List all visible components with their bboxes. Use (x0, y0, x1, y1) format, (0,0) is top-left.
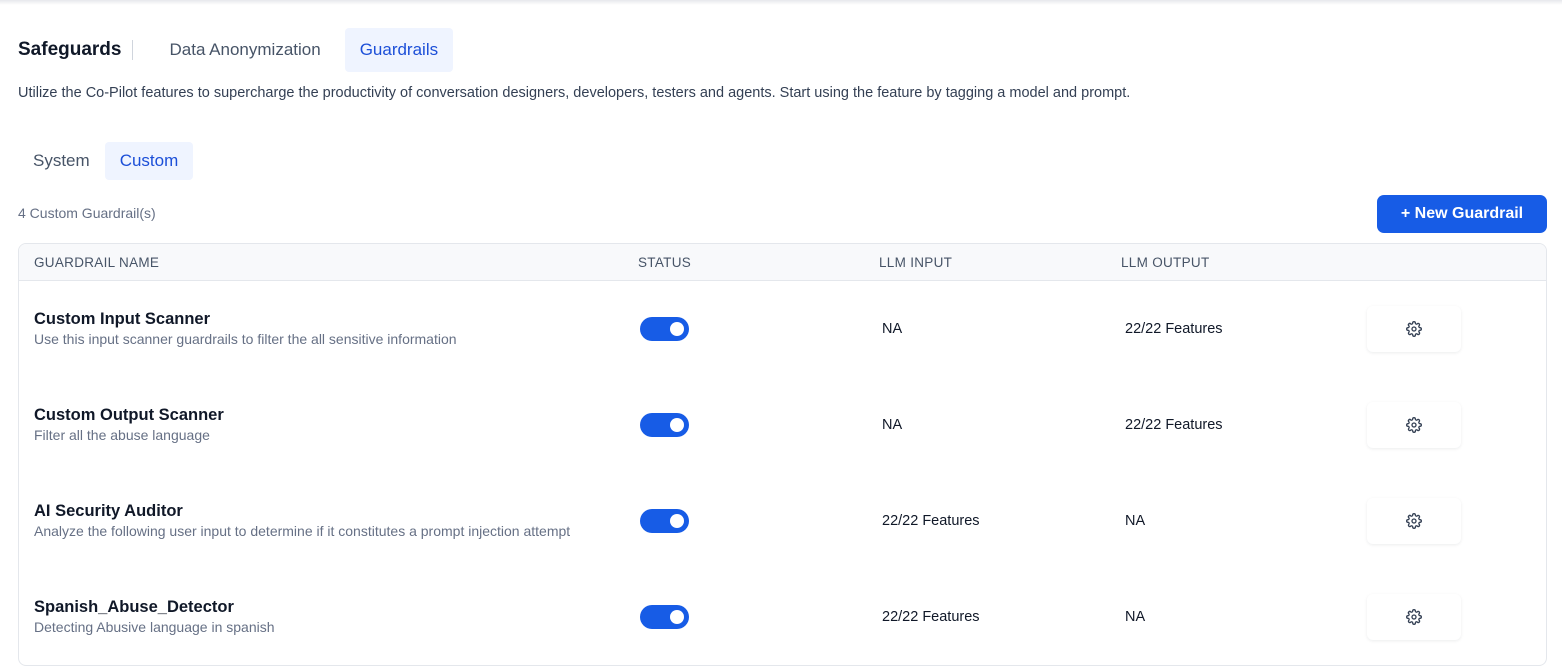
title-divider (132, 40, 134, 60)
header-llm-output: LLM OUTPUT (1121, 255, 1210, 270)
table-row: Spanish_Abuse_Detector Detecting Abusive… (19, 569, 1546, 665)
tab-data-anonymization[interactable]: Data Anonymization (154, 28, 335, 72)
gear-icon (1406, 609, 1422, 625)
guardrails-table: GUARDRAIL NAME STATUS LLM INPUT LLM OUTP… (18, 243, 1547, 666)
row-settings-button[interactable] (1367, 498, 1461, 544)
guardrail-description: Analyze the following user input to dete… (34, 523, 571, 539)
gear-icon (1406, 321, 1422, 337)
status-toggle[interactable] (640, 317, 689, 341)
llm-input-value: NA (882, 417, 903, 433)
page-title: Safeguards (18, 39, 122, 60)
guardrail-name: Spanish_Abuse_Detector (34, 598, 234, 616)
header-guardrail-name: GUARDRAIL NAME (34, 255, 160, 270)
header-llm-input: LLM INPUT (879, 255, 953, 270)
page-description: Utilize the Co-Pilot features to superch… (18, 85, 1131, 101)
guardrail-name: Custom Output Scanner (34, 406, 224, 424)
toggle-knob (670, 514, 684, 528)
llm-output-value: NA (1125, 513, 1146, 529)
top-bar-shadow (0, 0, 1562, 5)
llm-input-value: 22/22 Features (882, 609, 980, 625)
llm-output-value: 22/22 Features (1125, 321, 1223, 337)
page-header: Safeguards Data Anonymization Guardrails (18, 28, 462, 72)
toggle-knob (670, 322, 684, 336)
status-toggle[interactable] (640, 509, 689, 533)
guardrail-description: Use this input scanner guardrails to fil… (34, 331, 457, 347)
llm-input-value: 22/22 Features (882, 513, 980, 529)
table-row: Custom Input Scanner Use this input scan… (19, 281, 1546, 377)
subtab-custom[interactable]: Custom (104, 142, 194, 180)
llm-output-value: 22/22 Features (1125, 417, 1223, 433)
guardrail-description: Detecting Abusive language in spanish (34, 619, 275, 635)
gear-icon (1406, 513, 1422, 529)
row-settings-button[interactable] (1367, 306, 1461, 352)
guardrail-name: AI Security Auditor (34, 502, 183, 520)
table-header: GUARDRAIL NAME STATUS LLM INPUT LLM OUTP… (19, 244, 1546, 281)
toggle-knob (670, 610, 684, 624)
subtab-system[interactable]: System (18, 142, 105, 180)
llm-output-value: NA (1125, 609, 1146, 625)
guardrail-name: Custom Input Scanner (34, 310, 211, 328)
guardrail-type-tabs: System Custom (18, 142, 194, 180)
status-toggle[interactable] (640, 605, 689, 629)
gear-icon (1406, 417, 1422, 433)
status-toggle[interactable] (640, 413, 689, 437)
header-status: STATUS (638, 255, 692, 270)
row-settings-button[interactable] (1367, 594, 1461, 640)
table-row: Custom Output Scanner Filter all the abu… (19, 377, 1546, 473)
row-settings-button[interactable] (1367, 402, 1461, 448)
guardrail-count: 4 Custom Guardrail(s) (18, 205, 156, 221)
tab-guardrails[interactable]: Guardrails (344, 28, 454, 72)
guardrail-description: Filter all the abuse language (34, 427, 210, 443)
table-row: AI Security Auditor Analyze the followin… (19, 473, 1546, 569)
new-guardrail-button[interactable]: + New Guardrail (1377, 195, 1547, 233)
toggle-knob (670, 418, 684, 432)
llm-input-value: NA (882, 321, 903, 337)
